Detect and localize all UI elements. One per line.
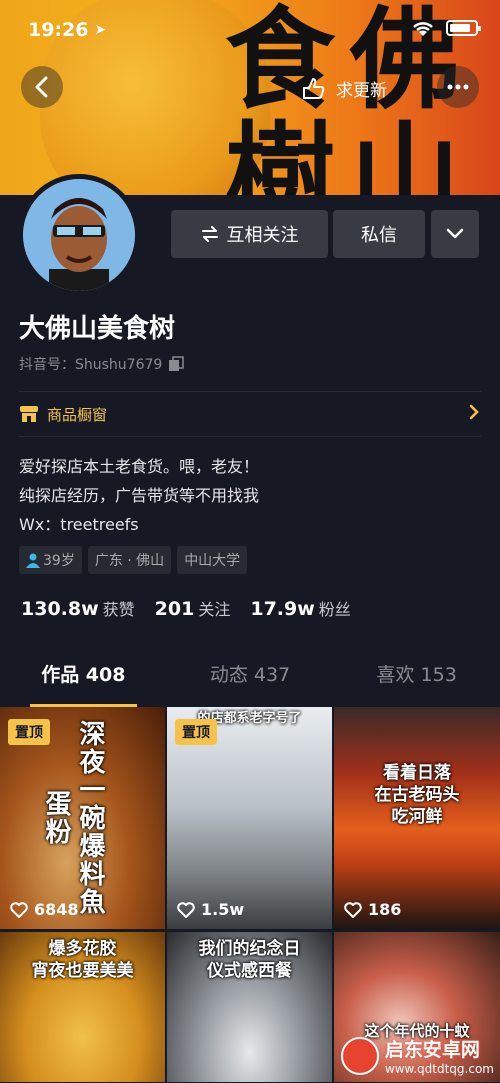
shop-label: 商品橱窗 bbox=[47, 405, 108, 424]
request-update-label: 求更新 bbox=[336, 80, 387, 101]
pinned-badge: 置顶 bbox=[175, 719, 217, 745]
divider bbox=[19, 391, 481, 392]
back-button[interactable] bbox=[21, 66, 63, 108]
video-likes: 1.5w bbox=[177, 900, 244, 919]
message-button[interactable]: 私信 bbox=[333, 210, 425, 258]
battery-icon bbox=[446, 20, 481, 36]
status-time: 19:26 bbox=[28, 19, 89, 41]
tab-likes[interactable]: 喜欢 153 bbox=[333, 660, 500, 700]
following-stat[interactable]: 201 关注 bbox=[155, 596, 231, 620]
video-caption: 看着日落 在古老码头 吃河鲜 bbox=[334, 762, 500, 828]
douyin-id[interactable]: 抖音号：Shushu7679 bbox=[19, 354, 185, 374]
video-thumbnail[interactable]: 爆多花胶 宵夜也要美美 bbox=[0, 932, 165, 1082]
shop-icon bbox=[20, 406, 38, 422]
video-thumbnail[interactable]: 看着日落 在古老码头 吃河鲜 186 bbox=[334, 707, 500, 929]
status-bar: 19:26 ➤ bbox=[0, 0, 500, 60]
age-tag-label: 39岁 bbox=[43, 553, 75, 569]
profile-stats: 130.8w 获赞 201 关注 17.9w 粉丝 bbox=[21, 596, 351, 620]
school-tag-label: 中山大学 bbox=[184, 553, 241, 569]
more-button[interactable] bbox=[437, 66, 479, 108]
hand-icon bbox=[303, 78, 325, 99]
video-caption: 爆多花胶 宵夜也要美美 bbox=[0, 938, 165, 982]
stat-label: 关注 bbox=[198, 600, 231, 619]
douyin-id-text: 抖音号：Shushu7679 bbox=[19, 357, 163, 373]
swap-arrows-icon bbox=[201, 226, 218, 242]
video-grid: 深夜一碗爆料魚蛋粉 置顶 6848 的店都系老字号了 置顶 1.5w 看着日落 … bbox=[0, 707, 500, 1083]
video-thumbnail[interactable]: 的店都系老字号了 置顶 1.5w bbox=[167, 707, 332, 929]
video-caption-line: 宵夜也要美美 bbox=[31, 961, 134, 981]
video-caption-line: 爆多花胶 bbox=[48, 939, 117, 959]
video-caption-line: 仪式感西餐 bbox=[207, 961, 292, 981]
followers-stat[interactable]: 17.9w 粉丝 bbox=[250, 596, 350, 620]
avatar-image bbox=[23, 179, 135, 291]
mutual-follow-label: 互相关注 bbox=[226, 225, 299, 246]
chevron-right-icon bbox=[469, 404, 479, 420]
age-tag: 39岁 bbox=[19, 546, 82, 574]
location-arrow-icon: ➤ bbox=[94, 22, 107, 38]
copy-icon[interactable] bbox=[168, 356, 185, 372]
watermark-logo-icon bbox=[340, 1036, 379, 1075]
bio-line: 纯探店经历，广告带货等不用找我 bbox=[19, 486, 260, 505]
stat-label: 获赞 bbox=[102, 600, 135, 619]
video-thumbnail[interactable]: 这个年代的十蚊 启东安卓网 www.qdtdtqg.com bbox=[334, 932, 500, 1082]
avatar-cartoon-icon bbox=[23, 179, 135, 291]
request-update-button[interactable]: 求更新 bbox=[300, 72, 387, 104]
video-caption-line: 在古老码头 bbox=[374, 785, 460, 805]
divider bbox=[19, 436, 481, 437]
content-tabs: 作品 408 动态 437 喜欢 153 bbox=[0, 660, 500, 707]
watermark-url: www.qdtdtqg.com bbox=[384, 1062, 494, 1076]
profile-tags: 39岁 广东 · 佛山 中山大学 bbox=[19, 546, 248, 574]
video-likes: 186 bbox=[344, 900, 401, 919]
watermark: 启东安卓网 www.qdtdtqg.com bbox=[340, 1035, 494, 1076]
heart-icon bbox=[10, 901, 28, 918]
wifi-icon bbox=[413, 22, 433, 36]
stat-label: 粉丝 bbox=[318, 600, 351, 619]
dropdown-button[interactable] bbox=[431, 210, 479, 258]
stat-number: 201 bbox=[154, 598, 195, 620]
stat-number: 130.8w bbox=[21, 598, 99, 620]
video-thumbnail[interactable]: 深夜一碗爆料魚蛋粉 置顶 6848 bbox=[0, 707, 165, 929]
message-label: 私信 bbox=[361, 225, 397, 246]
chevron-left-icon bbox=[35, 76, 48, 98]
video-caption-line: 我们的纪念日 bbox=[198, 939, 301, 959]
video-caption: 我们的纪念日 仪式感西餐 bbox=[167, 938, 332, 982]
status-icons bbox=[410, 18, 481, 38]
video-caption-line: 吃河鲜 bbox=[391, 807, 443, 827]
mutual-follow-button[interactable]: 互相关注 bbox=[171, 210, 328, 258]
watermark-cn: 启东安卓网 bbox=[384, 1039, 480, 1061]
stat-number: 17.9w bbox=[250, 598, 315, 620]
tab-works[interactable]: 作品 408 bbox=[0, 660, 167, 707]
video-likes-count: 1.5w bbox=[201, 900, 245, 919]
bio-line: 爱好探店本土老食货。喂，老友！ bbox=[19, 457, 260, 476]
location-tag: 广东 · 佛山 bbox=[87, 546, 172, 574]
video-caption-line: 看着日落 bbox=[383, 763, 451, 783]
bio-line: Wx：treetreefs bbox=[19, 515, 139, 534]
watermark-text: 启东安卓网 www.qdtdtqg.com bbox=[385, 1035, 494, 1076]
more-dots-icon bbox=[447, 84, 469, 90]
person-icon bbox=[26, 553, 40, 568]
profile-bio: 爱好探店本土老食货。喂，老友！ 纯探店经历，广告带货等不用找我 Wx：treet… bbox=[19, 452, 259, 539]
likes-stat[interactable]: 130.8w 获赞 bbox=[21, 596, 135, 620]
shop-window-link[interactable]: 商品橱窗 bbox=[19, 400, 481, 428]
heart-icon bbox=[344, 901, 362, 918]
video-likes: 6848 bbox=[10, 900, 79, 919]
video-thumbnail[interactable]: 我们的纪念日 仪式感西餐 bbox=[167, 932, 332, 1082]
chevron-down-icon bbox=[446, 228, 464, 239]
tab-updates[interactable]: 动态 437 bbox=[167, 660, 334, 700]
pinned-badge: 置顶 bbox=[8, 719, 50, 745]
video-likes-count: 186 bbox=[368, 900, 402, 919]
location-tag-label: 广东 · 佛山 bbox=[94, 553, 165, 569]
video-likes-count: 6848 bbox=[34, 900, 79, 919]
profile-name: 大佛山美食树 bbox=[19, 314, 176, 344]
school-tag: 中山大学 bbox=[177, 546, 248, 574]
heart-icon bbox=[177, 901, 195, 918]
avatar[interactable] bbox=[18, 174, 140, 296]
